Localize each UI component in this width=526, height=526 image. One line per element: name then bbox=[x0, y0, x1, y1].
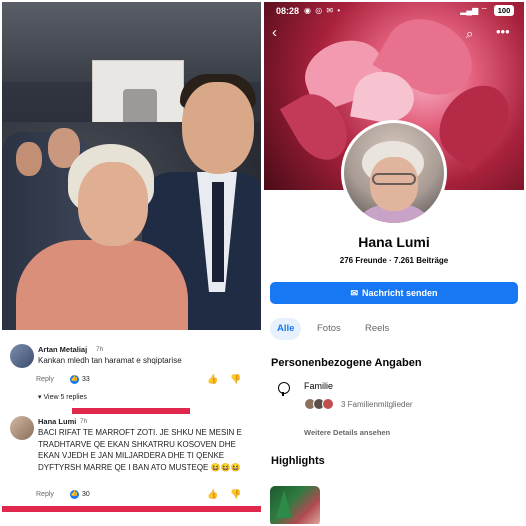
redaction-bar bbox=[2, 506, 261, 512]
like-icon: 👍 bbox=[70, 490, 79, 499]
back-arrow-icon[interactable]: ‹ bbox=[272, 24, 277, 41]
messenger-icon: ✉ bbox=[350, 288, 358, 298]
comment-time: 7h bbox=[80, 418, 88, 425]
family-icon bbox=[278, 382, 290, 396]
profile-name: Hana Lumi bbox=[358, 234, 430, 250]
comments-panel: Artan Metaliaj 7h Kankan mledh tan haram… bbox=[2, 330, 261, 524]
event-photo bbox=[2, 2, 261, 330]
reply-button[interactable]: Reply bbox=[36, 491, 54, 498]
thumbs-down-icon[interactable]: 👎 bbox=[230, 489, 241, 500]
comment-author[interactable]: Artan Metaliaj bbox=[38, 345, 87, 354]
avatar-glasses bbox=[372, 173, 416, 185]
reply-button[interactable]: Reply bbox=[36, 376, 54, 383]
profile-screen: 08:28 ◉ ◎ ✉ • ▂▄▆ ⌔ 100 ‹ ⌕ ••• Hana Lum… bbox=[264, 2, 524, 524]
section-title-highlights: Highlights bbox=[271, 455, 325, 467]
search-icon[interactable]: ⌕ bbox=[466, 26, 473, 42]
view-replies-label: View 5 replies bbox=[43, 394, 87, 401]
like-count: 33 bbox=[82, 376, 90, 383]
more-icon[interactable]: ••• bbox=[496, 24, 510, 39]
woman-face bbox=[78, 162, 148, 246]
profile-avatar[interactable] bbox=[344, 123, 444, 223]
thumbs-up-icon[interactable]: 👍 bbox=[207, 489, 218, 500]
view-replies-link[interactable]: ▾ View 5 replies bbox=[38, 393, 87, 401]
tab-photos[interactable]: Fotos bbox=[310, 318, 348, 340]
tab-all[interactable]: Alle bbox=[270, 318, 302, 340]
status-time: 08:28 bbox=[276, 6, 300, 16]
like-icon: 👍 bbox=[70, 375, 79, 384]
section-title-personal: Personenbezogene Angaben bbox=[271, 357, 422, 369]
comment-text: BACI RIFAT TE MARROFT ZOTI. JE SHKU NE M… bbox=[38, 428, 242, 472]
signal-icon: ▂▄▆ ⌔ bbox=[460, 6, 488, 15]
family-members-count[interactable]: 3 Familienmitglieder bbox=[341, 400, 413, 409]
more-details-link[interactable]: Weitere Details ansehen bbox=[304, 428, 390, 437]
comment-author[interactable]: Hana Lumi bbox=[38, 417, 76, 426]
man-tie bbox=[212, 182, 224, 282]
battery-icon: 100 bbox=[494, 5, 514, 16]
tab-reels[interactable]: Reels bbox=[358, 318, 396, 340]
man-head bbox=[182, 82, 254, 174]
thumbs-down-icon[interactable]: 👎 bbox=[230, 374, 241, 385]
profile-stats[interactable]: 276 Freunde · 7.261 Beiträge bbox=[264, 256, 524, 265]
comment-text: Kankan mledh tan haramat e shqiptarise bbox=[38, 356, 182, 365]
status-bar: 08:28 ◉ ◎ ✉ • ▂▄▆ ⌔ 100 bbox=[264, 2, 524, 20]
thumbs-up-icon[interactable]: 👍 bbox=[207, 374, 218, 385]
woman-body bbox=[16, 240, 188, 330]
comment-time: 7h bbox=[96, 346, 104, 353]
notification-icons: ◉ ◎ ✉ • bbox=[304, 6, 342, 15]
send-message-button[interactable]: ✉ Nachricht senden bbox=[270, 282, 518, 304]
redaction-bar bbox=[72, 408, 190, 414]
avatar[interactable] bbox=[10, 416, 34, 440]
avatar[interactable] bbox=[10, 344, 34, 368]
highlight-thumbnail[interactable] bbox=[270, 486, 320, 524]
like-count: 30 bbox=[82, 491, 90, 498]
person-face bbox=[16, 142, 42, 176]
family-label: Familie bbox=[304, 381, 334, 391]
christmas-tree bbox=[276, 490, 292, 518]
send-message-label: Nachricht senden bbox=[362, 288, 438, 298]
family-avatar bbox=[322, 398, 334, 410]
